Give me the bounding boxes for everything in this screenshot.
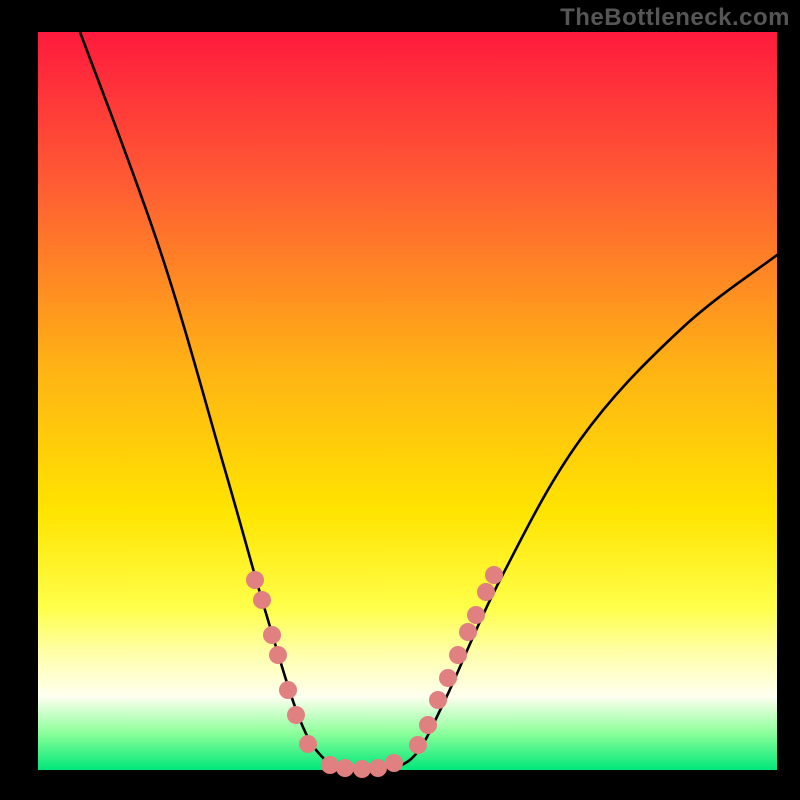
data-marker (467, 606, 485, 624)
chart-frame: TheBottleneck.com (0, 0, 800, 800)
data-marker (459, 623, 477, 641)
data-marker (429, 691, 447, 709)
data-marker (279, 681, 297, 699)
data-marker (253, 591, 271, 609)
data-marker (321, 756, 339, 774)
data-marker (385, 754, 403, 772)
data-marker (269, 646, 287, 664)
data-marker (369, 759, 387, 777)
data-marker (485, 566, 503, 584)
data-marker (336, 759, 354, 777)
data-marker (353, 760, 371, 778)
bottleneck-chart (0, 0, 800, 800)
data-marker (439, 669, 457, 687)
data-marker (287, 706, 305, 724)
watermark-text: TheBottleneck.com (560, 4, 790, 32)
data-marker (409, 736, 427, 754)
data-marker (477, 583, 495, 601)
data-marker (246, 571, 264, 589)
data-marker (449, 646, 467, 664)
plot-background (38, 32, 777, 770)
data-marker (263, 626, 281, 644)
data-marker (419, 716, 437, 734)
data-marker (299, 735, 317, 753)
